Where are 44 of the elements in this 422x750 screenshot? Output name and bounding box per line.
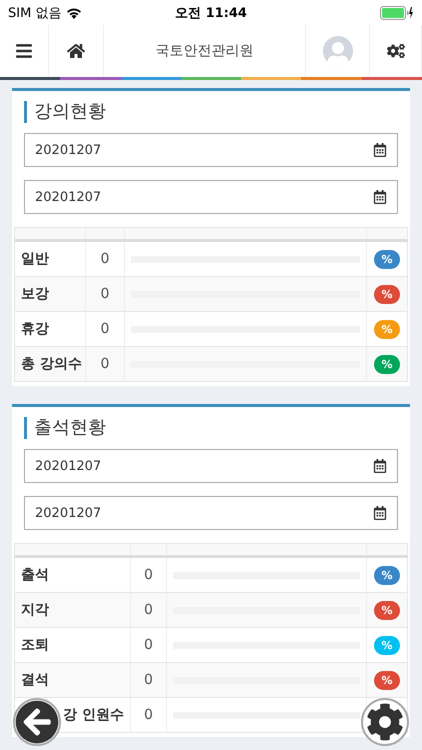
row-label: 일반 xyxy=(21,250,49,268)
battery-icon xyxy=(380,6,414,20)
date-field[interactable]: 20201207 xyxy=(24,133,398,167)
date-field[interactable]: 20201207 xyxy=(24,496,398,530)
menu-button[interactable] xyxy=(15,42,33,60)
row-label: 휴강 xyxy=(21,320,49,338)
percent-badge: % xyxy=(374,284,400,304)
percent-badge: % xyxy=(374,250,400,268)
calendar-icon xyxy=(373,506,387,520)
percent-badge: % xyxy=(374,566,400,584)
row-label: 보강 xyxy=(21,285,49,303)
count-value: 0 xyxy=(144,602,153,618)
home-button[interactable] xyxy=(67,42,85,60)
count-value: 0 xyxy=(144,637,153,653)
settings-button[interactable] xyxy=(386,42,404,60)
count-value: 0 xyxy=(144,707,153,723)
percent-badge: % xyxy=(374,320,400,338)
wifi-icon xyxy=(66,6,82,18)
app-title: 국토안전관리원 xyxy=(156,42,254,60)
panel-title: 강의현황 xyxy=(24,101,106,123)
date-field[interactable]: 20201207 xyxy=(24,180,398,214)
row-label: 결석 xyxy=(21,671,49,689)
row-label: 총 강의수 xyxy=(21,355,82,373)
percent-badge: % xyxy=(374,670,400,690)
calendar-icon xyxy=(373,459,387,473)
count-value: 0 xyxy=(144,672,153,688)
calendar-icon xyxy=(373,190,387,204)
count-value: 0 xyxy=(100,356,110,372)
percent-badge: % xyxy=(374,600,400,620)
count-value: 0 xyxy=(100,251,110,267)
date-field[interactable]: 20201207 xyxy=(24,449,398,483)
percent-badge: % xyxy=(374,636,400,654)
clock-text: 오전 11:44 xyxy=(175,4,247,22)
row-label: 지각 xyxy=(21,601,49,619)
count-value: 0 xyxy=(100,286,110,302)
count-value: 0 xyxy=(144,567,153,583)
percent-badge: % xyxy=(374,354,400,374)
calendar-icon xyxy=(373,143,387,157)
row-label: 출석 xyxy=(21,566,49,584)
carrier-text: SIM 없음 xyxy=(8,4,62,22)
count-value: 0 xyxy=(100,321,110,337)
row-label: 조퇴 xyxy=(21,636,49,654)
row-label: 강 인원수 xyxy=(63,706,124,724)
panel-title: 출석현황 xyxy=(24,417,106,439)
